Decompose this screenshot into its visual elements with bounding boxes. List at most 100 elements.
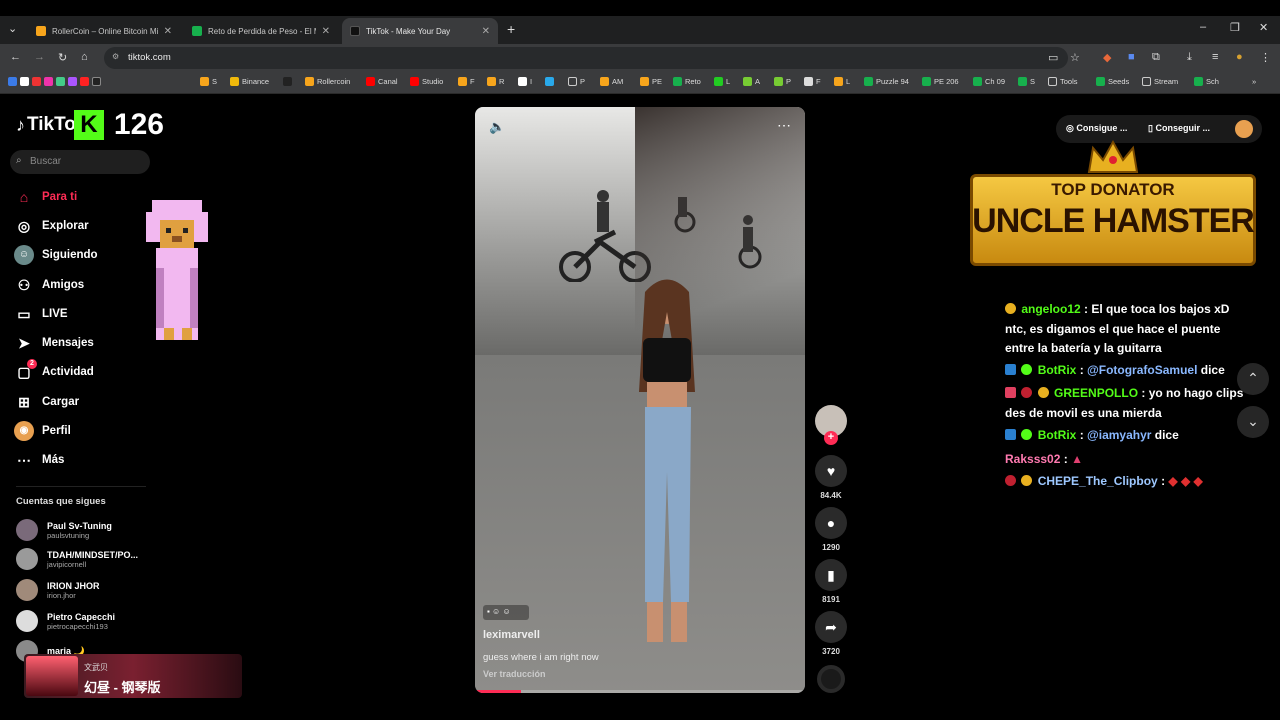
bookmark-sch[interactable]: Sch: [1194, 77, 1219, 86]
comment-button[interactable]: ● 1290: [815, 507, 847, 552]
following-account[interactable]: Pietro Capecchi pietrocapecchi193: [16, 610, 115, 632]
forward-icon[interactable]: →: [34, 51, 45, 63]
music-disc-icon[interactable]: [817, 665, 845, 693]
tab-tiktok[interactable]: TikTok - Make Your Day ✕: [342, 18, 498, 44]
bookmark-reto[interactable]: Reto: [673, 77, 701, 86]
chat-mention[interactable]: @FotografoSamuel: [1087, 363, 1197, 377]
minimize-button[interactable]: –: [1200, 21, 1206, 33]
bookmark-item[interactable]: P: [774, 77, 791, 86]
nav-actividad[interactable]: ▢ 2 Actividad: [14, 359, 94, 382]
chat-username[interactable]: Raksss02: [1005, 452, 1060, 466]
get-app-button[interactable]: ▯ Conseguir ...: [1148, 123, 1210, 134]
share-button[interactable]: ➦ 3720: [815, 611, 847, 656]
bookmark-item[interactable]: PE: [640, 77, 662, 86]
scroll-up-button[interactable]: ⌃: [1237, 363, 1269, 395]
bookmark-studio[interactable]: Studio: [410, 77, 443, 86]
nav-explorar[interactable]: ◎ Explorar: [14, 216, 89, 236]
chat-username[interactable]: angeloo12: [1021, 302, 1080, 316]
bookmark-canal[interactable]: Canal: [366, 77, 398, 86]
nav-live[interactable]: ▭ LIVE: [14, 304, 67, 324]
more-options-icon[interactable]: ⋯: [777, 117, 791, 134]
bookmark-item[interactable]: S: [200, 77, 217, 86]
back-icon[interactable]: ←: [10, 51, 21, 63]
tab-reto[interactable]: Reto de Perdida de Peso - El M ✕: [184, 18, 338, 44]
bookmark-binance[interactable]: Binance: [230, 77, 269, 86]
media-icon[interactable]: ≡: [1212, 51, 1218, 63]
bookmark-item[interactable]: F: [804, 77, 821, 86]
site-info-icon[interactable]: ⚙: [112, 52, 119, 61]
bookmark-item[interactable]: L: [714, 77, 730, 86]
get-coins-button[interactable]: ◎ Consigue ...: [1066, 123, 1127, 134]
close-tab-icon[interactable]: ✕: [322, 26, 330, 37]
bookmark-ch09[interactable]: Ch 09: [973, 77, 1005, 86]
tab-rollercoin[interactable]: RollerCoin – Online Bitcoin Min ✕: [28, 18, 180, 44]
bookmark-puzzle[interactable]: Puzzle 94: [864, 77, 909, 86]
bookmark-item[interactable]: L: [834, 77, 850, 86]
url-text: tiktok.com: [128, 52, 171, 63]
bookmarks-overflow-icon[interactable]: »: [1252, 77, 1256, 86]
bookmark-rollercoin[interactable]: Rollercoin: [305, 77, 350, 86]
install-app-icon[interactable]: ▭: [1048, 51, 1058, 64]
bookmark-tools[interactable]: Tools: [1048, 77, 1078, 86]
nav-siguiendo[interactable]: ☺ Siguiendo: [14, 245, 98, 265]
translate-link[interactable]: Ver traducción: [483, 669, 546, 679]
badge-icon: [1021, 475, 1033, 486]
new-tab-button[interactable]: +: [507, 21, 515, 37]
url-input[interactable]: ⚙ tiktok.com: [104, 47, 1068, 69]
bookmark-seeds[interactable]: Seeds: [1096, 77, 1129, 86]
chat-username[interactable]: BotRix: [1038, 428, 1077, 442]
chat-username[interactable]: BotRix: [1038, 363, 1077, 377]
video-progress-track[interactable]: [475, 690, 805, 693]
bookmark-item[interactable]: [283, 77, 295, 86]
bookmark-item[interactable]: [545, 77, 557, 86]
tiktok-logo[interactable]: ♪ TikTo K 126: [16, 108, 164, 142]
close-tab-icon[interactable]: ✕: [164, 26, 172, 37]
bookmark-item[interactable]: S: [1018, 77, 1035, 86]
scroll-down-button[interactable]: ⌄: [1237, 406, 1269, 438]
follow-plus-icon[interactable]: +: [824, 431, 838, 445]
bookmark-folder[interactable]: P: [568, 77, 585, 86]
extensions-puzzle-icon[interactable]: ⧉: [1152, 51, 1160, 64]
nav-mas[interactable]: ⋯ Más: [14, 450, 64, 470]
close-tab-icon[interactable]: ✕: [482, 26, 490, 37]
bookmark-item[interactable]: I: [518, 77, 532, 86]
chat-username[interactable]: GREENPOLLO: [1054, 386, 1138, 400]
bookmark-item[interactable]: F: [458, 77, 475, 86]
nav-amigos[interactable]: ⚇ Amigos: [14, 275, 84, 295]
following-account[interactable]: Paul Sv-Tuning paulsvtuning: [16, 519, 112, 541]
bookmark-label: Puzzle 94: [876, 77, 909, 86]
bookmark-favicons[interactable]: [8, 77, 104, 86]
extension-fox-icon[interactable]: ◆: [1103, 51, 1111, 64]
save-button[interactable]: ▮ 8191: [815, 559, 847, 604]
following-account[interactable]: IRION JHOR irion.jhor: [16, 579, 100, 601]
menu-kebab-icon[interactable]: ⋮: [1260, 51, 1271, 64]
following-account[interactable]: TDAH/MINDSET/PO... javipicornell: [16, 548, 138, 570]
search-input[interactable]: ⌕ Buscar: [10, 150, 150, 174]
chat-mention[interactable]: @iamyahyr: [1087, 428, 1151, 442]
bookmark-item[interactable]: R: [487, 77, 504, 86]
nav-perfil[interactable]: ◉ Perfil: [14, 421, 71, 441]
tab-search-icon[interactable]: ⌄: [8, 22, 17, 35]
video-author[interactable]: leximarvell: [483, 629, 540, 641]
bookmark-pe206[interactable]: PE 206: [922, 77, 959, 86]
close-window-button[interactable]: ✕: [1259, 21, 1268, 34]
home-icon: ⌂: [19, 189, 29, 205]
nav-mensajes[interactable]: ➤ Mensajes: [14, 333, 94, 353]
user-avatar[interactable]: [1235, 120, 1253, 138]
bookmark-stream[interactable]: Stream: [1142, 77, 1178, 86]
nav-cargar[interactable]: ⊞ Cargar: [14, 392, 79, 412]
download-icon[interactable]: ⤓: [1187, 51, 1192, 64]
restore-button[interactable]: ❐: [1230, 21, 1240, 34]
nav-para-ti[interactable]: ⌂ Para ti: [14, 187, 77, 207]
bookmark-item[interactable]: A: [743, 77, 760, 86]
profile-avatar-icon[interactable]: ●: [1236, 51, 1243, 63]
bookmark-item[interactable]: AM: [600, 77, 623, 86]
video-player[interactable]: 🔈 ⋯ ▪ ☺ ☺ leximarvell guess where i am r…: [475, 107, 805, 693]
extension-icon[interactable]: ■: [1128, 51, 1135, 63]
bookmark-star-icon[interactable]: ☆: [1070, 51, 1080, 64]
home-icon[interactable]: ⌂: [81, 51, 88, 63]
volume-icon[interactable]: 🔈: [489, 119, 505, 135]
reload-icon[interactable]: ↻: [58, 51, 67, 64]
like-button[interactable]: ♥ 84.4K: [815, 455, 847, 500]
chat-username[interactable]: CHEPE_The_Clipboy: [1038, 474, 1158, 488]
